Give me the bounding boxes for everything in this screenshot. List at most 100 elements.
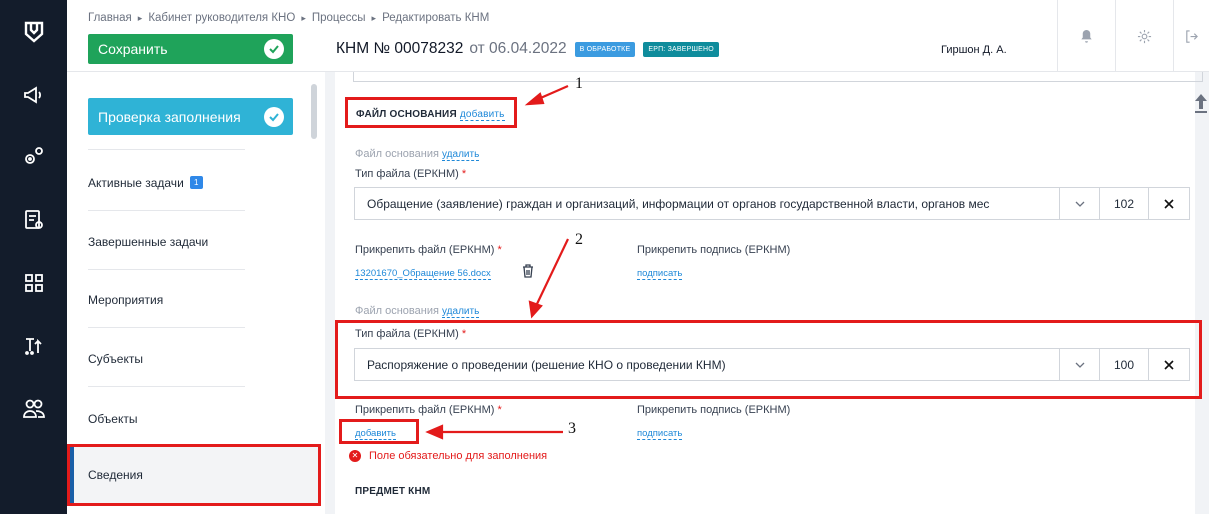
add-file-link[interactable]: добавить xyxy=(459,109,505,121)
annotation-label-3: 3 xyxy=(568,420,576,437)
required-mark: * xyxy=(497,244,502,256)
file2-attach-label-text: Прикрепить файл (ЕРКНМ) xyxy=(355,404,495,416)
file1-type-code-text: 102 xyxy=(1113,196,1135,211)
chevron-down-icon xyxy=(1075,201,1084,207)
file2-error-message: ✕ Поле обязательно для заполнения xyxy=(349,450,547,462)
file2-sign-label: Прикрепить подпись (ЕРКНМ) xyxy=(637,404,791,416)
trash-icon[interactable] xyxy=(522,264,534,278)
knm-date: от 06.04.2022 xyxy=(469,40,567,57)
tasks-icon[interactable] xyxy=(14,325,54,365)
nav-item-label: Субъекты xyxy=(88,351,143,366)
file2-remove-link[interactable]: удалить xyxy=(442,306,480,318)
file2-sign-link[interactable]: подписать xyxy=(637,428,683,440)
megaphone-icon[interactable] xyxy=(14,75,54,115)
user-name[interactable]: Гиршон Д. А. xyxy=(941,44,1007,56)
nav-scrollbar[interactable] xyxy=(311,84,317,139)
active-indicator xyxy=(70,447,74,503)
file2-error-text: Поле обязательно для заполнения xyxy=(369,450,548,462)
nav-divider xyxy=(88,386,245,387)
file2-type-value: Распоряжение о проведении (решение КНО о… xyxy=(367,357,726,372)
nav-item-info[interactable]: Сведения xyxy=(67,444,321,506)
save-button-label: Сохранить xyxy=(98,41,168,57)
file2-type-dropdown[interactable] xyxy=(1059,348,1100,381)
file1-type-value: Обращение (заявление) граждан и организа… xyxy=(367,196,990,211)
document-search-icon[interactable] xyxy=(14,200,54,240)
chevron-down-icon xyxy=(1075,362,1084,368)
required-mark: * xyxy=(497,404,502,416)
nav-item-label: Сведения xyxy=(88,468,143,482)
file1-type-label-text: Тип файла (ЕРКНМ) xyxy=(355,168,459,180)
file2-header-text: Файл основания xyxy=(355,305,439,317)
file1-type-dropdown[interactable] xyxy=(1059,187,1100,220)
logo-shield-icon[interactable] xyxy=(14,12,54,52)
main-content xyxy=(325,72,1209,514)
close-icon xyxy=(1164,359,1174,370)
annotation-label-2: 2 xyxy=(575,231,583,248)
knm-number: КНМ № 00078232 xyxy=(336,40,464,57)
file2-type-label: Тип файла (ЕРКНМ) * xyxy=(355,328,466,340)
previous-field[interactable] xyxy=(353,72,1203,82)
status-badge: В ОБРАБОТКЕ xyxy=(574,41,636,57)
file1-clear-button[interactable] xyxy=(1148,187,1190,220)
logout-icon[interactable] xyxy=(1173,0,1209,72)
page-header: Главная ▸ Кабинет руководителя КНО ▸ Процесс… xyxy=(67,0,1209,72)
file2-clear-button[interactable] xyxy=(1148,348,1190,381)
section-title: ФАЙЛ ОСНОВАНИЯ добавить xyxy=(356,109,505,121)
file2-type-select[interactable]: Распоряжение о проведении (решение КНО о… xyxy=(354,348,1060,381)
file1-type-code: 102 xyxy=(1099,187,1149,220)
subject-section-title: ПРЕДМЕТ КНМ xyxy=(355,486,431,497)
file1-type-select[interactable]: Обращение (заявление) граждан и организа… xyxy=(354,187,1060,220)
file2-type-code: 100 xyxy=(1099,348,1149,381)
nav-item-completed-tasks[interactable]: Завершенные задачи xyxy=(88,212,293,271)
file1-attached-file-link[interactable]: 13201670_Обращение 56.docx xyxy=(355,268,491,280)
file1-remove-link[interactable]: удалить xyxy=(442,149,480,161)
left-rail xyxy=(0,0,67,514)
breadcrumb-separator-icon: ▸ xyxy=(301,13,306,23)
nav-item-label: Завершенные задачи xyxy=(88,234,209,249)
check-filling-label: Проверка заполнения xyxy=(98,108,241,125)
nav-item-active-tasks[interactable]: Активные задачи 1 xyxy=(88,153,293,212)
check-icon xyxy=(264,107,284,127)
grid-icon[interactable] xyxy=(14,263,54,303)
check-filling-button[interactable]: Проверка заполнения xyxy=(88,98,293,135)
breadcrumb-cabinet[interactable]: Кабинет руководителя КНО xyxy=(148,12,295,24)
file2-attach-label: Прикрепить файл (ЕРКНМ) * xyxy=(355,404,502,416)
nav-item-objects[interactable]: Объекты xyxy=(88,389,293,448)
users-icon[interactable] xyxy=(14,388,54,428)
file2-type-code-text: 100 xyxy=(1113,357,1135,372)
required-mark: * xyxy=(461,328,467,340)
nav-divider xyxy=(88,210,245,211)
close-icon xyxy=(1164,198,1174,209)
check-icon xyxy=(264,39,284,59)
breadcrumb-separator-icon: ▸ xyxy=(137,13,143,23)
file1-type-label: Тип файла (ЕРКНМ) * xyxy=(355,168,466,180)
file1-attach-label: Прикрепить файл (ЕРКНМ) * xyxy=(355,244,502,256)
form-card xyxy=(335,72,1203,514)
file1-header-text: Файл основания xyxy=(355,148,439,160)
active-tasks-count-badge: 1 xyxy=(189,176,203,189)
nav-item-events[interactable]: Мероприятия xyxy=(88,270,293,329)
file2-add-file-link[interactable]: добавить xyxy=(355,428,396,440)
scroll-to-top-icon[interactable] xyxy=(1194,92,1208,114)
breadcrumb-home[interactable]: Главная xyxy=(88,12,132,24)
file2-header: Файл основания удалить xyxy=(355,305,480,318)
gear-icon[interactable] xyxy=(1115,0,1173,72)
section-title-text: ФАЙЛ ОСНОВАНИЯ xyxy=(356,109,457,120)
file1-attach-label-text: Прикрепить файл (ЕРКНМ) xyxy=(355,244,495,256)
page-title: КНМ № 00078232 от 06.04.2022 В ОБРАБОТКЕ… xyxy=(336,40,719,58)
nav-item-label: Мероприятия xyxy=(88,292,164,307)
gears-icon[interactable] xyxy=(14,136,54,176)
file1-sign-label: Прикрепить подпись (ЕРКНМ) xyxy=(637,244,791,256)
breadcrumb-separator-icon: ▸ xyxy=(371,13,377,23)
nav-item-subjects[interactable]: Субъекты xyxy=(88,329,293,388)
save-button[interactable]: Сохранить xyxy=(88,34,293,64)
error-icon: ✕ xyxy=(349,450,361,462)
required-mark: * xyxy=(461,168,467,180)
file2-type-label-text: Тип файла (ЕРКНМ) xyxy=(355,328,459,340)
file1-header: Файл основания удалить xyxy=(355,148,480,161)
nav-divider xyxy=(88,149,245,150)
breadcrumb-processes[interactable]: Процессы xyxy=(312,12,366,24)
nav-divider xyxy=(88,327,245,328)
bell-icon[interactable] xyxy=(1057,0,1115,72)
file1-sign-link[interactable]: подписать xyxy=(637,268,683,280)
